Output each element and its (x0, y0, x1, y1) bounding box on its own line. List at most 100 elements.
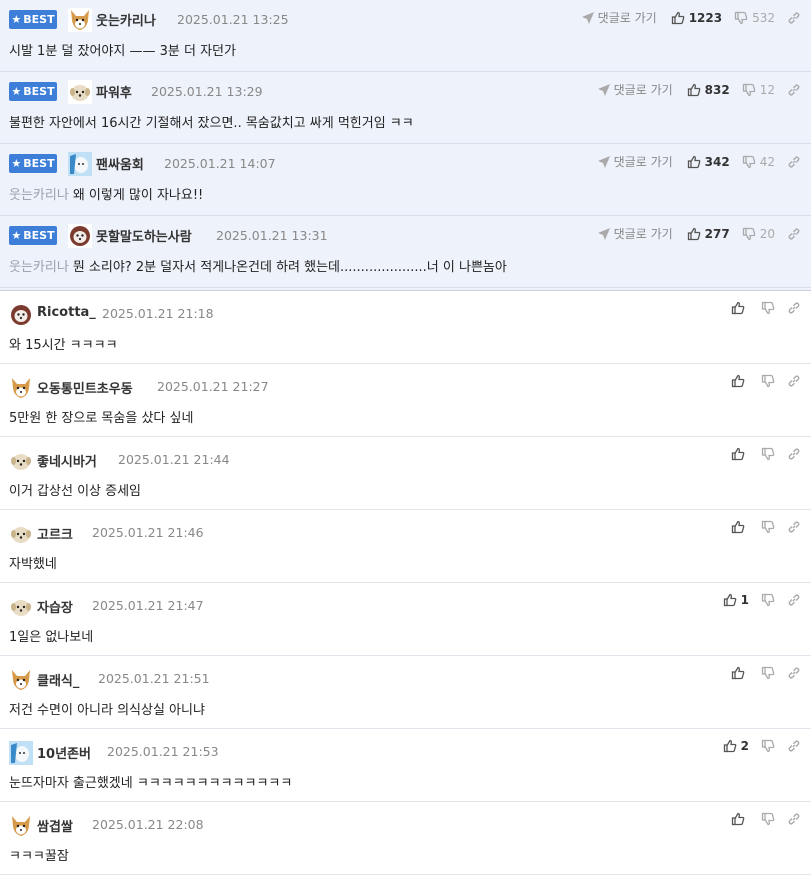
shiba-avatar-icon[interactable] (9, 668, 33, 692)
like-button[interactable]: 1 (723, 593, 749, 607)
dislike-button[interactable]: 20 (742, 227, 775, 241)
blue-avatar-icon[interactable] (9, 741, 33, 765)
nickname[interactable]: 파워후 (96, 82, 132, 101)
nickname[interactable]: 웃는카리나 (96, 10, 156, 29)
dislike-button[interactable]: 42 (742, 155, 775, 169)
dislike-button[interactable] (761, 374, 775, 388)
puppy-avatar-icon[interactable] (9, 449, 33, 473)
copy-link-button[interactable] (787, 520, 801, 534)
red-avatar-icon[interactable] (9, 303, 33, 327)
nickname[interactable]: 팬싸움회 (96, 154, 144, 173)
dislike-button[interactable] (761, 593, 775, 607)
star-icon: ★ (11, 85, 22, 98)
nickname[interactable]: 클래식_ (37, 670, 79, 689)
dislike-button[interactable]: 532 (734, 11, 775, 25)
nickname[interactable]: 자습장 (37, 597, 73, 616)
copy-link-button[interactable] (787, 11, 801, 25)
shiba-avatar-icon[interactable] (68, 8, 92, 32)
puppy-avatar-icon[interactable] (9, 595, 33, 619)
shiba-avatar-icon[interactable] (9, 376, 33, 400)
copy-link-button[interactable] (787, 301, 801, 315)
comment-body: 왜 이렇게 많이 자나요!! (72, 188, 204, 203)
dislike-button[interactable] (761, 520, 775, 534)
puppy-avatar-icon[interactable] (9, 522, 33, 546)
dislike-button[interactable] (761, 666, 775, 680)
red-avatar-icon[interactable] (68, 224, 92, 248)
send-icon (597, 83, 611, 97)
go-to-reply-link[interactable]: 댓글로 가기 (597, 153, 673, 170)
best-badge: ★ BEST (9, 154, 57, 173)
thumbs-up-icon (723, 593, 737, 607)
puppy-avatar-icon[interactable] (68, 80, 92, 104)
copy-link-button[interactable] (787, 812, 801, 826)
like-button[interactable]: 1223 (671, 11, 722, 25)
dislike-button[interactable] (761, 812, 775, 826)
copy-link-button[interactable] (787, 739, 801, 753)
thumbs-down-icon (761, 812, 775, 826)
comment-text: ㅋㅋㅋ꿀잠 (9, 845, 69, 864)
go-to-reply-link[interactable]: 댓글로 가기 (597, 81, 673, 98)
comment-actions (731, 447, 801, 461)
link-icon (787, 593, 801, 607)
thumbs-down-icon (761, 301, 775, 315)
copy-link-button[interactable] (787, 447, 801, 461)
like-button[interactable] (731, 666, 749, 680)
shiba-avatar-icon[interactable] (9, 814, 33, 838)
comment-actions: 1 (723, 593, 801, 607)
dislike-count: 12 (759, 82, 775, 97)
go-to-reply-label: 댓글로 가기 (613, 83, 673, 97)
like-button[interactable] (731, 301, 749, 315)
copy-link-button[interactable] (787, 374, 801, 388)
link-icon (787, 301, 801, 315)
like-button[interactable] (731, 374, 749, 388)
comment-text: 웃는카리나 왜 이렇게 많이 자나요!! (9, 184, 203, 203)
copy-link-button[interactable] (787, 227, 801, 241)
thumbs-down-icon (761, 739, 775, 753)
like-button[interactable] (731, 520, 749, 534)
copy-link-button[interactable] (787, 666, 801, 680)
star-icon: ★ (11, 229, 22, 242)
nickname[interactable]: 못할말도하는사람 (96, 226, 192, 245)
go-to-reply-link[interactable]: 댓글로 가기 (581, 9, 657, 26)
dislike-button[interactable] (761, 447, 775, 461)
thumbs-down-icon (761, 520, 775, 534)
nickname[interactable]: 쌈겹쌀 (37, 816, 73, 835)
comment-actions (731, 374, 801, 388)
dislike-button[interactable]: 12 (742, 83, 775, 97)
copy-link-button[interactable] (787, 593, 801, 607)
go-to-reply-link[interactable]: 댓글로 가기 (597, 225, 673, 242)
nickname[interactable]: 좋네시바거 (37, 451, 97, 470)
nickname[interactable]: Ricotta_ (37, 305, 96, 320)
comment: Ricotta_ 2025.01.21 21:18 와 15시간 ㅋㅋㅋㅋ (0, 291, 811, 364)
like-button[interactable]: 2 (723, 739, 749, 753)
best-badge-label: BEST (23, 229, 55, 242)
mention[interactable]: 웃는카리나 (9, 260, 69, 275)
like-button[interactable] (731, 447, 749, 461)
dislike-button[interactable] (761, 301, 775, 315)
nickname[interactable]: 오동통민트초우동 (37, 378, 133, 397)
link-icon (787, 83, 801, 97)
thumbs-down-icon (761, 374, 775, 388)
best-comment: ★ BEST 웃는카리나 2025.01.21 13:25 댓글로 가기 122… (0, 0, 811, 72)
comment-body: 시발 1분 덜 잤어야지 —— 3분 더 자던가 (9, 44, 236, 59)
thumbs-down-icon (742, 155, 756, 169)
nickname[interactable]: 10년존버 (37, 743, 91, 762)
copy-link-button[interactable] (787, 83, 801, 97)
mention[interactable]: 웃는카리나 (9, 188, 69, 203)
comment-actions: 2 (723, 739, 801, 753)
copy-link-button[interactable] (787, 155, 801, 169)
like-count: 1223 (688, 10, 723, 25)
go-to-reply-label: 댓글로 가기 (613, 155, 673, 169)
thumbs-up-icon (731, 666, 745, 680)
comment: 10년존버 2025.01.21 21:53 2 눈뜨자마자 출근했겠네 ㅋㅋㅋ… (0, 729, 811, 802)
like-count: 342 (704, 154, 730, 169)
like-button[interactable]: 277 (687, 227, 730, 241)
like-button[interactable] (731, 812, 749, 826)
like-button[interactable]: 832 (687, 83, 730, 97)
comment-date: 2025.01.21 14:07 (164, 156, 276, 171)
dislike-count: 20 (759, 226, 775, 241)
blue-avatar-icon[interactable] (68, 152, 92, 176)
nickname[interactable]: 고르크 (37, 524, 73, 543)
like-button[interactable]: 342 (687, 155, 730, 169)
dislike-button[interactable] (761, 739, 775, 753)
